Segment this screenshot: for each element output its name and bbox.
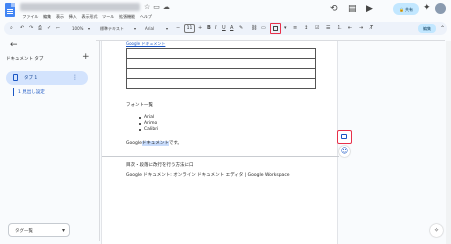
meet-icon[interactable]: ▶: [366, 4, 373, 14]
more-options-icon[interactable]: ⋮: [72, 73, 78, 82]
selected-text[interactable]: ドキュメント: [141, 141, 169, 146]
document-title[interactable]: [20, 3, 140, 11]
toolbar: ⌕ ↶ ↷ ⎙ ✓ ⌐ 100% ▾ 標準テキスト ▾ Arial ▾ − 11…: [4, 22, 447, 35]
tabs-heading: ドキュメント タブ: [6, 57, 44, 62]
highlight-color-icon[interactable]: ✎: [239, 22, 243, 35]
menu-extensions[interactable]: 拡張機能: [117, 13, 138, 20]
text-color-icon[interactable]: A: [230, 22, 233, 35]
italic-icon[interactable]: I: [215, 22, 216, 35]
footer-text: Google ドキュメント: オンライン ドキュメント エディタ | Googl…: [126, 173, 290, 178]
menu-file[interactable]: ファイル: [20, 13, 41, 20]
decrease-font-icon[interactable]: −: [176, 22, 180, 35]
tag-select[interactable]: タグ一覧 ▾: [8, 223, 70, 237]
chevron-down-icon: ▾: [61, 227, 65, 234]
font-size-input[interactable]: 11: [184, 24, 195, 33]
add-comment-icon[interactable]: ▭: [261, 22, 266, 35]
gemini-icon[interactable]: ✦: [423, 3, 431, 13]
font-chevron-icon: ▾: [166, 26, 169, 31]
add-comment-button[interactable]: [337, 130, 352, 144]
outline-item[interactable]: 1 見出し設定: [18, 89, 45, 95]
avatar[interactable]: [435, 3, 446, 14]
body-paragraph[interactable]: Googleドキュメントです。: [126, 140, 182, 146]
underline-icon[interactable]: U: [222, 22, 226, 35]
increase-font-icon[interactable]: +: [198, 22, 202, 35]
clear-formatting-icon[interactable]: T̸: [370, 22, 373, 35]
tag-select-label: タグ一覧: [15, 229, 33, 234]
document-link[interactable]: Google ドキュメント: [126, 41, 165, 47]
share-label: 共有: [404, 6, 413, 12]
document-table[interactable]: [126, 48, 316, 89]
scrollbar[interactable]: [446, 41, 451, 244]
collapse-toolbar-icon[interactable]: ⌃: [440, 22, 445, 35]
lock-icon: 🔒: [399, 6, 404, 12]
share-button[interactable]: 🔒 共有: [393, 3, 419, 15]
search-menus-icon[interactable]: ⌕: [10, 22, 13, 35]
move-folder-icon[interactable]: ▭: [153, 3, 160, 11]
editing-mode-button[interactable]: 編集: [418, 24, 436, 33]
style-select[interactable]: 標準テキスト: [100, 22, 124, 35]
menu-view[interactable]: 表示: [54, 13, 67, 20]
menu-insert[interactable]: 挿入: [66, 13, 79, 20]
font-list: Arial Arimo Calibri: [139, 115, 158, 133]
decrease-indent-icon[interactable]: ⇤: [348, 22, 352, 35]
insert-link-icon[interactable]: ⛓: [251, 22, 257, 35]
section-heading: フォント一覧: [126, 103, 153, 108]
print-icon[interactable]: ⎙: [38, 22, 42, 35]
document-tab-icon: [13, 74, 18, 81]
menu-tools[interactable]: ツール: [100, 13, 117, 20]
back-arrow-icon[interactable]: ←: [10, 40, 18, 50]
footer-heading: 目次・段落に改行を行う方法に口: [126, 163, 194, 168]
tab-label: タブ 1: [24, 76, 38, 81]
emoji-reaction-icon[interactable]: ☺: [339, 146, 350, 157]
font-select[interactable]: Arial: [145, 22, 154, 35]
zoom-chevron-icon: ▾: [88, 26, 91, 31]
zoom-select[interactable]: 100%: [72, 22, 83, 35]
bold-icon[interactable]: B: [207, 22, 211, 35]
menu-edit[interactable]: 編集: [41, 13, 54, 20]
style-chevron-icon: ▾: [134, 26, 137, 31]
sidebar-tab-1[interactable]: タブ 1 ⋮: [6, 71, 88, 85]
menu-bar: ファイル 編集 表示 挿入 表示形式 ツール 拡張機能 ヘルプ: [20, 13, 154, 20]
vertical-ruler[interactable]: [96, 41, 100, 241]
line-spacing-icon[interactable]: ↕: [304, 22, 308, 35]
cloud-status-icon[interactable]: ☁: [163, 3, 170, 11]
spellcheck-icon[interactable]: ✓: [47, 22, 51, 35]
paint-format-icon[interactable]: ⌐: [56, 22, 60, 35]
menu-help[interactable]: ヘルプ: [137, 13, 154, 20]
bulleted-list-icon[interactable]: ☰: [326, 22, 330, 35]
numbered-list-icon[interactable]: ⒈: [337, 22, 342, 35]
title-actions: ☆ ▭ ☁: [144, 3, 170, 11]
comments-icon[interactable]: ▤: [348, 4, 357, 14]
image-chevron-icon: ▾: [284, 25, 287, 31]
star-icon[interactable]: ☆: [144, 3, 150, 11]
add-tab-icon[interactable]: +: [82, 52, 90, 62]
increase-indent-icon[interactable]: ⇥: [359, 22, 363, 35]
align-icon[interactable]: ≡: [293, 22, 297, 35]
list-item: Calibri: [139, 127, 158, 133]
menu-format[interactable]: 表示形式: [79, 13, 100, 20]
redo-icon[interactable]: ↷: [29, 22, 33, 35]
undo-icon[interactable]: ↶: [20, 22, 24, 35]
explore-icon[interactable]: ✧: [430, 224, 443, 237]
docs-logo-icon[interactable]: [5, 3, 15, 17]
page-break: [102, 156, 339, 157]
image-icon: [273, 26, 278, 31]
history-icon[interactable]: ⟲: [330, 4, 338, 14]
outline-marker: [13, 88, 14, 96]
comment-icon: [341, 134, 347, 139]
insert-image-button[interactable]: [270, 23, 281, 34]
checklist-icon[interactable]: ☑: [315, 22, 319, 35]
document-page[interactable]: Google ドキュメント フォント一覧 Arial Arimo Calibri…: [101, 41, 339, 244]
title-bar: ☆ ▭ ☁ ファイル 編集 表示 挿入 表示形式 ツール 拡張機能 ヘルプ ⟲ …: [0, 0, 451, 24]
